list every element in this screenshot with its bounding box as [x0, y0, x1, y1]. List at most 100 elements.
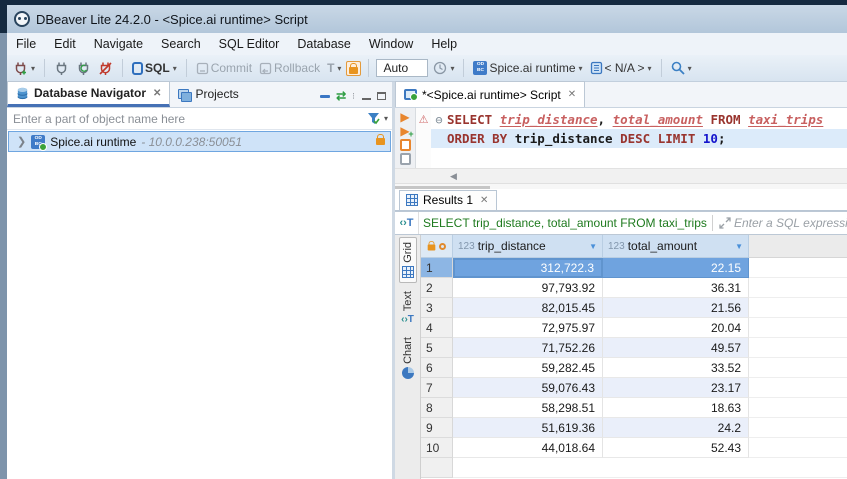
- results-filter-input[interactable]: [734, 216, 847, 230]
- sort-desc-icon[interactable]: ▼: [589, 242, 597, 251]
- close-icon[interactable]: ✕: [568, 89, 576, 100]
- code-area[interactable]: ⊖SELECT trip_distance, total_amount FROM…: [431, 108, 847, 168]
- expander-icon[interactable]: ❯: [17, 135, 26, 148]
- transaction-history-button[interactable]: ▾: [431, 59, 456, 77]
- table-row[interactable]: 297,793.9236.31: [421, 278, 847, 298]
- cell[interactable]: 58,298.51: [453, 398, 603, 418]
- tab-projects[interactable]: Projects: [170, 81, 246, 107]
- tab-text-view[interactable]: Text ‹›T: [399, 287, 416, 329]
- rollback-button[interactable]: Rollback: [257, 59, 322, 77]
- view-menu-icon[interactable]: ⁝: [352, 94, 356, 99]
- row-number[interactable]: 2: [421, 278, 453, 298]
- row-number[interactable]: 6: [421, 358, 453, 378]
- disconnect-button[interactable]: [52, 59, 71, 78]
- row-number[interactable]: 9: [421, 418, 453, 438]
- row-number[interactable]: 5: [421, 338, 453, 358]
- tab-chart-view[interactable]: Chart: [400, 333, 416, 383]
- menu-edit[interactable]: Edit: [45, 33, 85, 55]
- chevron-down-icon[interactable]: ▾: [384, 114, 388, 123]
- cell[interactable]: 59,282.45: [453, 358, 603, 378]
- row-number[interactable]: 10: [421, 438, 453, 458]
- row-number[interactable]: 7: [421, 378, 453, 398]
- table-row[interactable]: 1044,018.6452.43: [421, 438, 847, 458]
- transaction-log-button[interactable]: T ▾: [325, 59, 343, 77]
- minimize-icon[interactable]: [362, 92, 371, 100]
- filter-funnel-icon[interactable]: [367, 112, 380, 125]
- cell[interactable]: 71,752.26: [453, 338, 603, 358]
- sql-editor-button[interactable]: SQL ▾: [130, 59, 179, 77]
- row-number[interactable]: 8: [421, 398, 453, 418]
- sort-desc-icon[interactable]: ▼: [735, 242, 743, 251]
- expand-arrows-icon[interactable]: [719, 217, 731, 229]
- grid-corner-cell[interactable]: [421, 235, 453, 258]
- commit-mode-select[interactable]: Auto: [376, 59, 428, 77]
- cell[interactable]: 22.15: [603, 258, 749, 278]
- search-button[interactable]: ▾: [669, 59, 694, 77]
- tab-database-navigator[interactable]: Database Navigator ✕: [7, 81, 170, 107]
- chevron-down-icon: ▾: [31, 64, 35, 73]
- menu-sql-editor[interactable]: SQL Editor: [210, 33, 289, 55]
- cell[interactable]: 33.52: [603, 358, 749, 378]
- active-connection-select[interactable]: ODBC Spice.ai runtime ▾: [471, 59, 584, 77]
- cell[interactable]: 97,793.92: [453, 278, 603, 298]
- table-row[interactable]: 382,015.4521.56: [421, 298, 847, 318]
- cell[interactable]: 72,975.97: [453, 318, 603, 338]
- reconnect-button[interactable]: [74, 59, 93, 78]
- table-row[interactable]: 1312,722.322.15: [421, 258, 847, 278]
- table-row[interactable]: 759,076.4323.17: [421, 378, 847, 398]
- cell[interactable]: 59,076.43: [453, 378, 603, 398]
- menu-navigate[interactable]: Navigate: [85, 33, 152, 55]
- object-filter-input[interactable]: [13, 112, 367, 126]
- editor-results-splitter[interactable]: [395, 183, 847, 189]
- connect-button[interactable]: ▾: [11, 59, 37, 78]
- cell[interactable]: 51,619.36: [453, 418, 603, 438]
- cell[interactable]: 49.57: [603, 338, 749, 358]
- column-header-total_amount[interactable]: 123total_amount▼: [603, 235, 749, 258]
- row-number[interactable]: 3: [421, 298, 453, 318]
- table-row[interactable]: 951,619.3624.2: [421, 418, 847, 438]
- cell[interactable]: 21.56: [603, 298, 749, 318]
- cell[interactable]: 52.43: [603, 438, 749, 458]
- menu-help[interactable]: Help: [422, 33, 466, 55]
- explain-plan-button[interactable]: [400, 153, 411, 165]
- row-number[interactable]: 4: [421, 318, 453, 338]
- cell[interactable]: 82,015.45: [453, 298, 603, 318]
- menu-database[interactable]: Database: [288, 33, 360, 55]
- table-row[interactable]: 472,975.9720.04: [421, 318, 847, 338]
- commit-button[interactable]: Commit: [194, 59, 254, 77]
- cell[interactable]: 20.04: [603, 318, 749, 338]
- menu-window[interactable]: Window: [360, 33, 422, 55]
- active-schema-select[interactable]: < N/A > ▾: [588, 59, 654, 77]
- cell[interactable]: 44,018.64: [453, 438, 603, 458]
- cell[interactable]: 24.2: [603, 418, 749, 438]
- execute-statement-button[interactable]: ▶: [400, 111, 409, 123]
- close-icon[interactable]: ✕: [153, 88, 161, 99]
- table-row[interactable]: 858,298.5118.63: [421, 398, 847, 418]
- execute-new-tab-button[interactable]: ▶: [400, 125, 409, 137]
- tab-grid-view[interactable]: Grid: [399, 237, 417, 283]
- maximize-icon[interactable]: [377, 92, 386, 100]
- cell[interactable]: 23.17: [603, 378, 749, 398]
- row-number[interactable]: 1: [421, 258, 453, 278]
- connection-lock-button[interactable]: [346, 61, 361, 76]
- connection-tree-item[interactable]: ❯ ODBC Spice.ai runtime - 10.0.0.238:500…: [8, 131, 391, 152]
- table-row[interactable]: 571,752.2649.57: [421, 338, 847, 358]
- code-line[interactable]: ORDER BY trip_distance DESC LIMIT 10;: [431, 129, 847, 148]
- table-row[interactable]: 659,282.4533.52: [421, 358, 847, 378]
- menu-file[interactable]: File: [7, 33, 45, 55]
- tab-sql-script[interactable]: *<Spice.ai runtime> Script ✕: [395, 81, 585, 107]
- execute-script-button[interactable]: [400, 139, 411, 151]
- code-line[interactable]: ⊖SELECT trip_distance, total_amount FROM…: [431, 110, 847, 129]
- disconnect-all-button[interactable]: [96, 59, 115, 78]
- cell[interactable]: 36.31: [603, 278, 749, 298]
- tab-results-1[interactable]: Results 1 ✕: [399, 190, 497, 210]
- cell[interactable]: 18.63: [603, 398, 749, 418]
- fold-marker[interactable]: ⊖: [431, 113, 447, 127]
- editor-horizontal-scrollbar[interactable]: ◀: [395, 168, 847, 183]
- cell[interactable]: 312,722.3: [453, 258, 603, 278]
- collapse-all-icon[interactable]: [320, 95, 330, 98]
- menu-search[interactable]: Search: [152, 33, 210, 55]
- link-editor-icon[interactable]: ⇄: [336, 91, 346, 101]
- column-header-trip_distance[interactable]: 123trip_distance▼: [453, 235, 603, 258]
- close-icon[interactable]: ✕: [480, 195, 488, 206]
